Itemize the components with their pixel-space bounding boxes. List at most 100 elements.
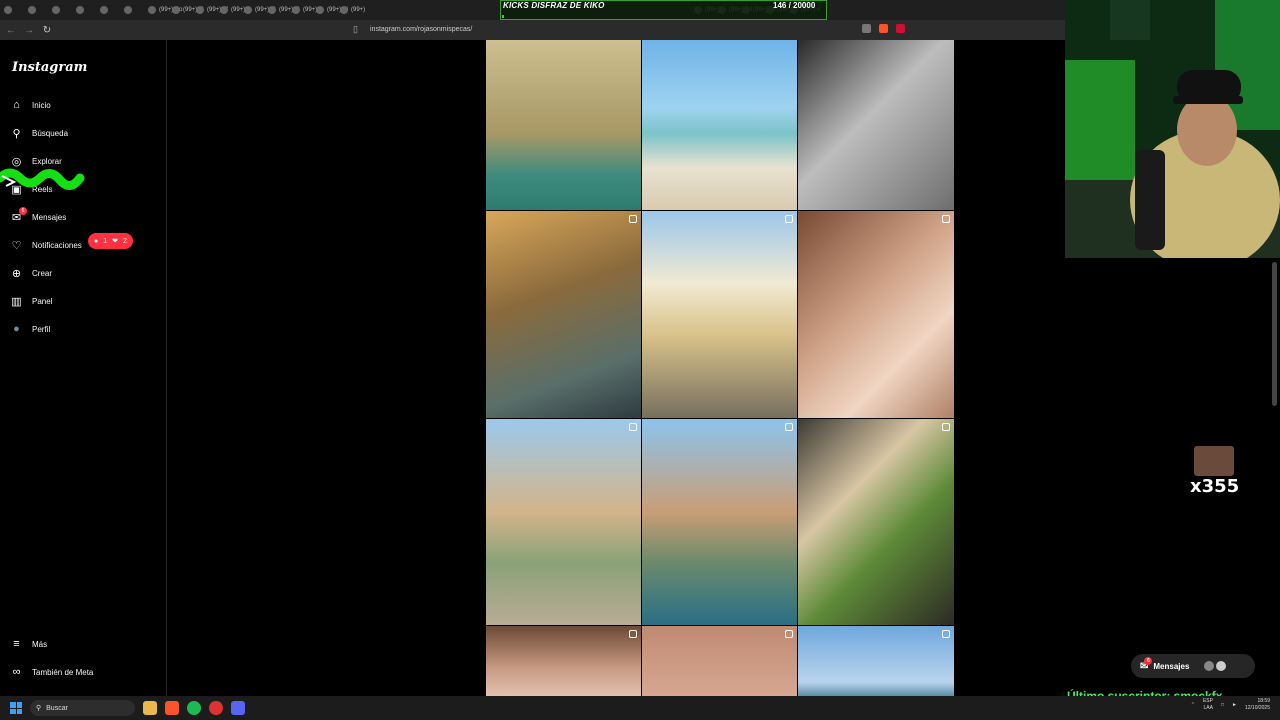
comment-icon: ● (94, 237, 99, 245)
bookmark-icon[interactable]: ▯ (353, 24, 361, 36)
instagram-logo[interactable]: Instagram (12, 60, 87, 75)
censor-scribble (0, 168, 85, 190)
avatar (1216, 661, 1227, 671)
sidebar-item-notificaciones[interactable]: ♡ Notificaciones (10, 235, 82, 255)
file-explorer-icon[interactable] (143, 701, 157, 715)
sidebar-item-label: También de Meta (32, 667, 94, 677)
browser-tab[interactable]: (99+) Si (312, 0, 348, 20)
sidebar-item-panel[interactable]: ▥ Panel (10, 291, 52, 311)
post-thumbnail[interactable] (798, 211, 954, 418)
sidebar-item-mensajes[interactable]: ✉ 6 Mensajes (10, 206, 66, 227)
browser-tab[interactable] (24, 0, 48, 20)
date-label: 12/10/2025 (1244, 705, 1270, 711)
messages-badge: 6 (1144, 656, 1153, 665)
sidebar-item-also-from-meta[interactable]: ∞ También de Meta (10, 662, 94, 682)
reload-icon[interactable]: ↻ (40, 23, 54, 37)
windows-start-icon[interactable] (10, 702, 22, 714)
spotify-icon[interactable] (187, 701, 201, 715)
post-thumbnail[interactable] (642, 211, 797, 418)
browser-tab[interactable] (0, 0, 24, 20)
post-thumbnail[interactable] (486, 626, 641, 696)
clock[interactable]: 18:59 12/10/2025 (1245, 698, 1270, 712)
browser-tab[interactable]: (99+) #l (240, 0, 276, 20)
browser-tab[interactable] (72, 0, 96, 20)
tab-favicon-icon (292, 6, 300, 14)
media-type-icon (785, 215, 793, 223)
browser-tab[interactable]: (99+) B (216, 0, 251, 20)
goal-title: KICKS DISFRAZ DE KIKO (503, 1, 605, 10)
browser-tab[interactable] (48, 0, 72, 20)
lang-label-2: LAA (1203, 705, 1213, 711)
browser-tab[interactable]: (99+) #f (192, 0, 228, 20)
lang-label: ESP (1202, 698, 1213, 704)
discord-icon[interactable] (231, 701, 245, 715)
notifications-pill[interactable]: ● 1 ❤ 2 (88, 233, 133, 249)
browser-tab[interactable]: (99+) Co (144, 0, 183, 20)
sidebar-item-perfil[interactable]: ● Perfil (10, 319, 50, 339)
taskbar-search-label: Buscar (46, 704, 68, 712)
sidebar-item-label: Explorar (32, 156, 62, 166)
like-count: 2 (123, 237, 127, 245)
post-thumbnail[interactable] (642, 40, 797, 210)
post-thumbnail[interactable] (798, 40, 954, 210)
emote-combo: x355 (1190, 476, 1240, 497)
tab-favicon-icon (124, 6, 132, 14)
browser-tab[interactable]: (99+) # (288, 0, 322, 20)
media-type-icon (942, 215, 950, 223)
post-thumbnail[interactable] (486, 40, 641, 210)
browser-tab[interactable]: (99+) #l (168, 0, 204, 20)
messages-floating-button[interactable]: ✉ 6 Mensajes (1131, 654, 1255, 678)
stream-background (1065, 258, 1280, 696)
browser-tab[interactable] (96, 0, 120, 20)
sidebar-item-inicio[interactable]: ⌂ Inicio (10, 95, 51, 115)
browser-tab[interactable]: (99+) (336, 0, 365, 20)
extension-icon[interactable] (862, 24, 871, 33)
post-thumbnail[interactable] (642, 419, 797, 625)
tab-favicon-icon (316, 6, 324, 14)
home-icon: ⌂ (13, 99, 20, 111)
post-thumbnail[interactable] (798, 419, 954, 625)
instagram-sidebar: Instagram ⌂ Inicio ⚲ Búsqueda ◎ Explorar ▣ Reel… (0, 40, 167, 696)
search-icon: ⚲ (36, 705, 42, 712)
goal-progress-bar (502, 15, 504, 18)
post-thumbnail[interactable] (486, 419, 641, 625)
brave-shield-icon[interactable] (879, 24, 888, 33)
post-thumbnail[interactable] (486, 211, 641, 418)
back-icon[interactable]: ← (4, 23, 18, 37)
tab-favicon-icon (220, 6, 228, 14)
post-thumbnail[interactable] (642, 626, 797, 696)
media-type-icon (785, 423, 793, 431)
heart-icon: ♡ (11, 239, 22, 252)
url-field[interactable]: instagram.com/rojasonmispecas/ (370, 23, 472, 37)
brave-rewards-icon[interactable] (896, 24, 905, 33)
sidebar-item-crear[interactable]: ⊕ Crear (10, 263, 52, 283)
sidebar-item-busqueda[interactable]: ⚲ Búsqueda (10, 123, 68, 143)
sidebar-item-more[interactable]: ≡ Más (10, 634, 47, 654)
tab-favicon-icon (100, 6, 108, 14)
chrome-icon[interactable] (209, 701, 223, 715)
brave-browser-icon[interactable] (165, 701, 179, 715)
language-indicator[interactable]: ESP LAA (1203, 698, 1213, 712)
forward-icon[interactable]: → (22, 23, 36, 37)
media-type-icon (942, 423, 950, 431)
media-type-icon (629, 630, 637, 638)
taskbar-search[interactable]: ⚲ Buscar (30, 700, 135, 716)
tab-favicon-icon (4, 6, 12, 14)
media-type-icon (629, 215, 637, 223)
media-type-icon (629, 423, 637, 431)
search-icon: ⚲ (12, 127, 21, 140)
goal-count: 146 / 20000 (773, 1, 816, 10)
scrollbar[interactable] (1272, 262, 1277, 406)
chevron-up-icon[interactable]: ⌃ (1191, 702, 1195, 708)
windows-taskbar: ⚲ Buscar ⌃ ESP LAA □ ► 18:59 12/10/2025 (0, 696, 1280, 720)
message-avatars (1204, 661, 1227, 671)
plus-icon: ⊕ (11, 267, 22, 280)
browser-tab[interactable]: (99+) #l (264, 0, 300, 20)
avatar-icon: ● (13, 323, 20, 335)
post-thumbnail[interactable] (798, 626, 954, 696)
emote-image (1194, 446, 1234, 476)
browser-tab[interactable] (120, 0, 144, 20)
network-icon[interactable]: □ (1221, 702, 1224, 708)
profile-post-grid (486, 40, 954, 696)
volume-icon[interactable]: ► (1232, 702, 1237, 708)
